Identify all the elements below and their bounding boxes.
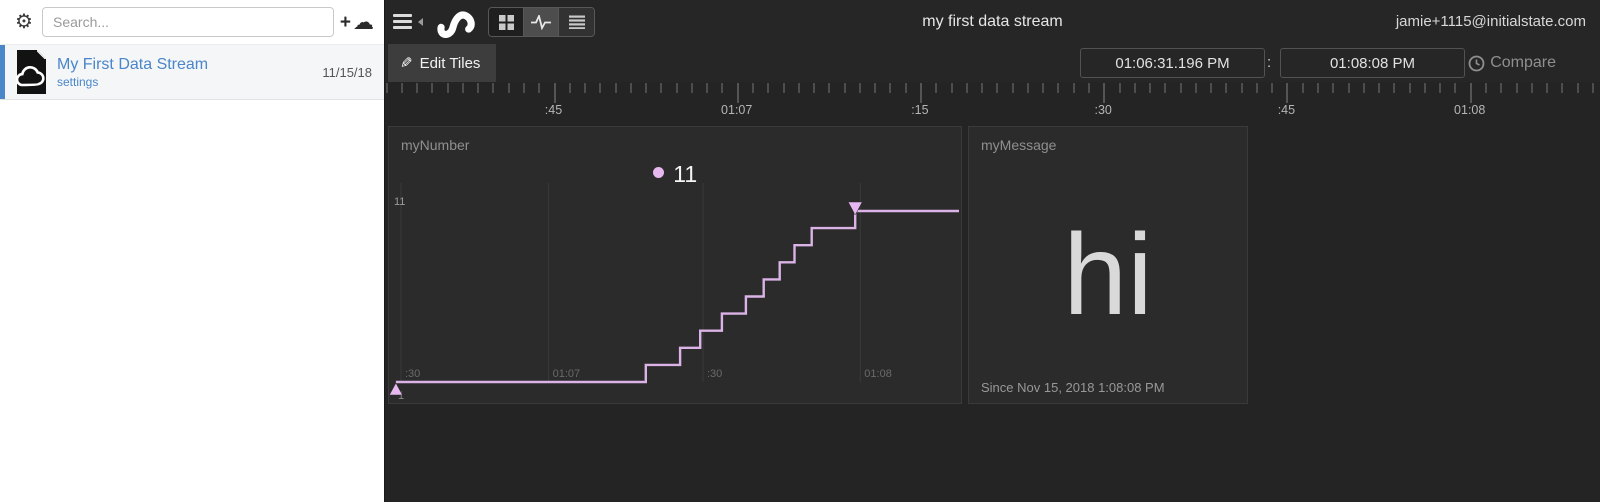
main-panel: my first data stream jamie+1115@initials… (385, 0, 1600, 502)
data-bucket-icon (13, 49, 49, 95)
bucket-list-item[interactable]: My First Data Stream settings 11/15/18 (0, 44, 384, 100)
time-range-end-input[interactable] (1280, 48, 1465, 78)
waves-view-button[interactable] (524, 8, 559, 36)
initial-state-logo-icon[interactable] (433, 6, 483, 38)
edit-tiles-label: Edit Tiles (420, 55, 481, 72)
collapse-sidebar-button[interactable] (393, 12, 423, 32)
svg-text:01:07: 01:07 (553, 368, 581, 380)
tile-mymessage[interactable]: myMessage hi Since Nov 15, 2018 1:08:08 … (968, 126, 1248, 404)
svg-text::30: :30 (707, 368, 722, 380)
tiles-view-button[interactable] (489, 8, 524, 36)
top-bar: my first data stream jamie+1115@initials… (385, 0, 1600, 44)
list-icon (569, 15, 585, 29)
log-view-button[interactable] (559, 8, 594, 36)
compare-button[interactable]: Compare (1468, 44, 1556, 82)
svg-text:01:08: 01:08 (864, 368, 892, 380)
toolbar: ✎ Edit Tiles : Compare (385, 44, 1600, 82)
history-clock-icon (1468, 55, 1485, 72)
sidebar: ⚙ + ☁ My First Data Stream settings 11/1… (0, 0, 385, 502)
app-window: ⚙ + ☁ My First Data Stream settings 11/1… (0, 0, 1600, 502)
pencil-icon: ✎ (400, 54, 413, 72)
hamburger-icon-bar (393, 20, 412, 23)
bucket-date: 11/15/18 (322, 65, 372, 80)
sidebar-header: ⚙ + ☁ (0, 0, 384, 44)
time-range-separator: : (1267, 44, 1271, 82)
tiles-canvas: :3001:07:3001:08111 myNumber 11 myMessag… (385, 126, 1600, 502)
timeline-ruler[interactable]: :4501:07:15:30:4501:08 (385, 82, 1600, 125)
waveform-icon (531, 15, 551, 30)
bucket-info: My First Data Stream settings (57, 55, 322, 89)
bucket-title: My First Data Stream (57, 55, 322, 75)
view-switcher (488, 7, 595, 37)
time-range-start-input[interactable] (1080, 48, 1265, 78)
grid-icon (499, 15, 514, 30)
settings-gear-icon[interactable]: ⚙ (10, 12, 38, 32)
selected-indicator (0, 45, 5, 99)
svg-text:11: 11 (394, 196, 405, 208)
mynumber-step-chart[interactable]: :3001:07:3001:08111 (389, 127, 961, 403)
edit-tiles-button[interactable]: ✎ Edit Tiles (388, 44, 496, 82)
compare-label: Compare (1490, 54, 1556, 72)
create-bucket-button[interactable]: + ☁ (340, 12, 374, 33)
mymessage-since-timestamp: Since Nov 15, 2018 1:08:08 PM (981, 380, 1165, 395)
plus-icon: + (340, 13, 351, 32)
arrow-left-icon (418, 18, 423, 26)
mymessage-value: hi (969, 185, 1247, 365)
tile-mynumber[interactable]: :3001:07:3001:08111 myNumber 11 (388, 126, 962, 404)
bucket-settings-link[interactable]: settings (57, 75, 322, 89)
tile-mymessage-title: myMessage (981, 137, 1056, 153)
search-input[interactable] (42, 7, 334, 37)
hamburger-icon-bar (393, 26, 412, 29)
cloud-icon: ☁ (353, 12, 374, 33)
hamburger-icon (393, 14, 412, 17)
svg-text::30: :30 (405, 368, 420, 380)
account-email[interactable]: jamie+1115@initialstate.com (1396, 0, 1586, 44)
